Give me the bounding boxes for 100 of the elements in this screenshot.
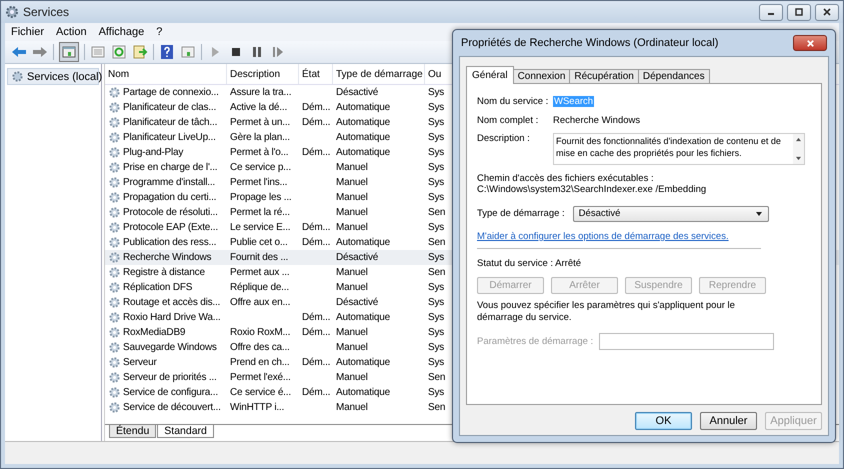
table-cell: Dém...	[302, 102, 330, 113]
table-cell: WinHTTP i...	[230, 402, 284, 413]
table-cell: Permet à l'o...	[230, 147, 288, 158]
table-cell: Dém...	[302, 117, 330, 128]
table-cell: Automatique	[336, 117, 390, 128]
service-status: Statut du service : Arrêté	[477, 258, 582, 269]
path-label: Chemin d'accès des fichiers exécutables :	[477, 173, 655, 184]
table-cell: Prend en ch...	[230, 357, 290, 368]
service-name-value: WSearch	[553, 96, 594, 107]
table-cell: Manuel	[336, 402, 368, 413]
table-cell: Dém...	[302, 222, 330, 233]
table-cell: Sen	[428, 207, 446, 218]
field-label: Paramètres de démarrage :	[477, 336, 594, 347]
table-cell: Registre à distance	[123, 267, 205, 278]
table-cell: Offre aux en...	[230, 297, 290, 308]
field-label: Description :	[477, 133, 531, 144]
table-cell: Désactivé	[336, 297, 378, 308]
table-cell: Sys	[428, 132, 444, 143]
table-cell: RoxMediaDB9	[123, 327, 186, 338]
table-cell: Dém...	[302, 387, 330, 398]
table-cell: Dém...	[302, 357, 330, 368]
table-cell: Dém...	[302, 327, 330, 338]
table-cell: Dém...	[302, 312, 330, 323]
table-cell: Réplication DFS	[123, 282, 192, 293]
table-cell: Planificateur de tâch...	[123, 117, 218, 128]
table-cell: Permet à un...	[230, 117, 290, 128]
full-name-value: Recherche Windows	[553, 115, 640, 126]
table-cell: Automatique	[336, 132, 390, 143]
table-cell: Active la dé...	[230, 102, 288, 113]
table-cell: Manuel	[336, 327, 368, 338]
table-cell: Permet la ré...	[230, 207, 290, 218]
table-cell: Sys	[428, 162, 444, 173]
table-cell: Sauvegarde Windows	[123, 342, 217, 353]
table-cell: Sys	[428, 312, 444, 323]
table-cell: Le service E...	[230, 222, 290, 233]
table-cell: Sys	[428, 387, 444, 398]
table-cell: Planificateur de clas...	[123, 102, 216, 113]
table-cell: Sys	[428, 342, 444, 353]
table-cell: Ce service p...	[230, 162, 291, 173]
table-cell: Réplique de...	[230, 282, 289, 293]
table-cell: Sys	[428, 177, 444, 188]
table-cell: Manuel	[336, 342, 368, 353]
parameters-note: Vous pouvez spécifier les paramètres qui s'appliquent pour le démarrage du service.	[477, 300, 736, 324]
table-cell: Automatique	[336, 387, 390, 398]
table-cell: Offre des ca...	[230, 342, 290, 353]
table-cell: Sys	[428, 252, 444, 263]
table-cell: Sys	[428, 147, 444, 158]
field-label: Nom du service :	[477, 96, 550, 107]
table-cell: Service de découvert...	[123, 402, 221, 413]
table-cell: Gère la plan...	[230, 132, 290, 143]
table-cell: Publication des ress...	[123, 237, 216, 248]
table-cell: Sen	[428, 402, 446, 413]
table-cell: Sen	[428, 372, 446, 383]
table-cell: Automatique	[336, 237, 390, 248]
table-cell: Sys	[428, 297, 444, 308]
table-cell: Dém...	[302, 237, 330, 248]
table-cell: Fournit des ...	[230, 252, 288, 263]
table-cell: Sys	[428, 87, 444, 98]
table-cell: Sys	[428, 357, 444, 368]
table-cell: Serveur de priorités ...	[123, 372, 217, 383]
table-cell: Recherche Windows	[123, 252, 212, 263]
table-cell: Assure la tra...	[230, 87, 292, 98]
table-cell: Prise en charge de l'...	[123, 162, 218, 173]
table-cell: Publie cet o...	[230, 237, 288, 248]
field-label: Nom complet :	[477, 115, 540, 126]
table-cell: Automatique	[336, 357, 390, 368]
table-cell: Sys	[428, 192, 444, 203]
table-cell: Manuel	[336, 192, 368, 203]
table-cell: Propage les ...	[230, 192, 292, 203]
table-cell: Protocole de résoluti...	[123, 207, 218, 218]
table-cell: Automatique	[336, 147, 390, 158]
table-cell: Roxio Hard Drive Wa...	[123, 312, 220, 323]
table-cell: Dém...	[302, 147, 330, 158]
table-cell: Propagation du certi...	[123, 192, 216, 203]
table-cell: Sen	[428, 237, 446, 248]
table-cell: Sys	[428, 222, 444, 233]
table-cell: Service de configura...	[123, 387, 218, 398]
table-cell: Manuel	[336, 207, 368, 218]
table-cell: Sys	[428, 327, 444, 338]
table-cell: Roxio RoxM...	[230, 327, 290, 338]
table-cell: Protocole EAP (Exte...	[123, 222, 218, 233]
field-label: Type de démarrage :	[477, 208, 565, 219]
table-cell: Partage de connexio...	[123, 87, 219, 98]
table-cell: Manuel	[336, 372, 368, 383]
table-cell: Sys	[428, 117, 444, 128]
table-cell: Permet l'exé...	[230, 372, 291, 383]
table-cell: Plug-and-Play	[123, 147, 184, 158]
table-cell: Serveur	[123, 357, 157, 368]
table-cell: Manuel	[336, 267, 368, 278]
table-cell: Manuel	[336, 282, 368, 293]
table-cell: Permet l'ins...	[230, 177, 288, 188]
table-cell: Désactivé	[336, 87, 378, 98]
table-cell: Manuel	[336, 222, 368, 233]
table-cell: Permet aux ...	[230, 267, 290, 278]
window-title: Services	[23, 5, 70, 19]
table-cell: Routage et accès dis...	[123, 297, 220, 308]
table-cell: Automatique	[336, 312, 390, 323]
table-cell: Sys	[428, 102, 444, 113]
table-cell: Ce service é...	[230, 387, 291, 398]
table-cell: Désactivé	[336, 252, 378, 263]
